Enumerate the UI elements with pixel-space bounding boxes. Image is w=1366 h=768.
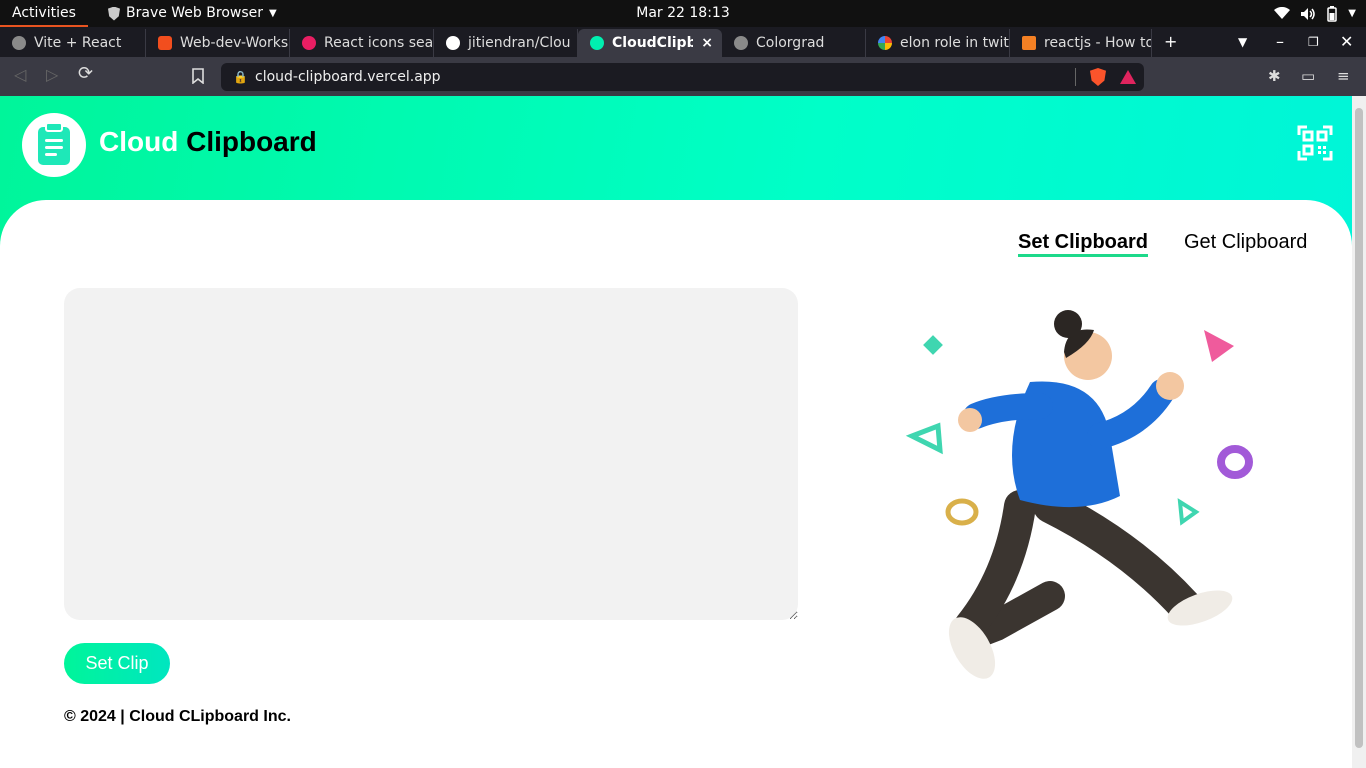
logo[interactable] (22, 113, 86, 177)
tab-vite-react[interactable]: Vite + React (0, 29, 146, 57)
tab-label: Colorgrad (756, 35, 825, 51)
tab-label: elon role in twit (900, 35, 1009, 51)
cloudclipboard-favicon-icon (590, 36, 604, 50)
browser-toolbar: ◁ ▷ ⟳ 🔒 cloud-clipboard.vercel.app ✱ ▭ ≡ (0, 57, 1366, 96)
react-icon (302, 36, 316, 50)
tab-search-chevron-icon[interactable]: ▼ (1238, 27, 1247, 57)
brave-rewards-icon[interactable] (1120, 70, 1136, 84)
system-tray[interactable]: ▼ (1274, 0, 1356, 27)
wifi-icon (1274, 7, 1291, 19)
chevron-down-icon: ▼ (269, 8, 277, 19)
tab-web-dev-works[interactable]: Web-dev-Works (146, 29, 290, 57)
nav-set-clipboard[interactable]: Set Clipboard (1018, 231, 1149, 257)
clipboard-icon (38, 122, 70, 165)
bookmark-icon[interactable] (192, 68, 204, 84)
qr-code-scan-icon[interactable] (1297, 125, 1333, 161)
walking-person-illustration (905, 310, 1253, 679)
close-tab-icon[interactable]: × (701, 35, 713, 51)
tab-google-search[interactable]: elon role in twit (866, 29, 1010, 57)
maximize-icon[interactable]: ❐ (1308, 27, 1319, 57)
figma-icon (158, 36, 172, 50)
clock[interactable]: Mar 22 18:13 (636, 5, 729, 21)
lock-icon: 🔒 (233, 70, 248, 84)
brand-second-word: Clipboard (186, 126, 317, 157)
os-top-bar: Activities Brave Web Browser ▼ Mar 22 18… (0, 0, 1366, 27)
tab-cloudclipboard[interactable]: CloudClipbo × (578, 29, 722, 57)
menu-icon[interactable]: ≡ (1337, 57, 1350, 96)
extensions-icon[interactable]: ✱ (1268, 57, 1281, 96)
close-window-icon[interactable]: ✕ (1340, 27, 1353, 57)
tab-strip: Vite + React Web-dev-Works React icons s… (0, 27, 1366, 57)
brand-first-word: Cloud (99, 126, 179, 157)
activities-button[interactable]: Activities (0, 0, 88, 27)
power-menu-icon: ▼ (1348, 8, 1356, 19)
tab-react-icons[interactable]: React icons sea (290, 29, 434, 57)
google-icon (878, 36, 892, 50)
tab-colorgrad[interactable]: Colorgrad (722, 29, 866, 57)
tab-label: jitiendran/Clou (468, 35, 571, 51)
divider (1075, 68, 1076, 86)
globe-icon (12, 36, 26, 50)
back-icon[interactable]: ◁ (14, 65, 26, 84)
globe-icon (734, 36, 748, 50)
nav-get-clipboard[interactable]: Get Clipboard (1184, 231, 1307, 253)
battery-icon (1327, 5, 1338, 22)
app-menu[interactable]: Brave Web Browser ▼ (108, 0, 277, 27)
tab-label: Web-dev-Works (180, 35, 289, 51)
new-tab-button[interactable]: + (1164, 27, 1177, 57)
brave-shields-icon[interactable] (1090, 68, 1106, 86)
tab-label: Vite + React (34, 35, 122, 51)
wallet-icon[interactable]: ▭ (1301, 57, 1315, 96)
tab-label: reactjs - How to (1044, 35, 1152, 51)
url-text: cloud-clipboard.vercel.app (255, 69, 441, 85)
minimize-icon[interactable]: – (1276, 27, 1284, 57)
tab-label: CloudClipbo (612, 35, 693, 51)
stackoverflow-icon (1022, 36, 1036, 50)
address-bar[interactable]: 🔒 cloud-clipboard.vercel.app (221, 63, 1144, 91)
scrollbar-thumb[interactable] (1355, 108, 1363, 748)
volume-icon (1301, 7, 1316, 20)
app-menu-label: Brave Web Browser (126, 5, 263, 21)
web-page: Cloud Clipboard Set Clipboard Get Clipbo… (0, 96, 1352, 768)
tab-label: React icons sea (324, 35, 434, 51)
forward-icon[interactable]: ▷ (46, 65, 58, 84)
clipboard-textarea[interactable] (64, 288, 798, 620)
tab-stackoverflow[interactable]: reactjs - How to (1010, 29, 1152, 57)
page-scrollbar[interactable] (1352, 96, 1366, 768)
set-clip-button[interactable]: Set Clip (64, 643, 170, 684)
brand-title: Cloud Clipboard (99, 126, 317, 158)
footer-copyright: © 2024 | Cloud CLipboard Inc. (64, 708, 291, 725)
tab-github[interactable]: jitiendran/Clou (434, 29, 578, 57)
brave-icon (108, 6, 120, 21)
github-icon (446, 36, 460, 50)
reload-icon[interactable]: ⟳ (78, 63, 93, 84)
